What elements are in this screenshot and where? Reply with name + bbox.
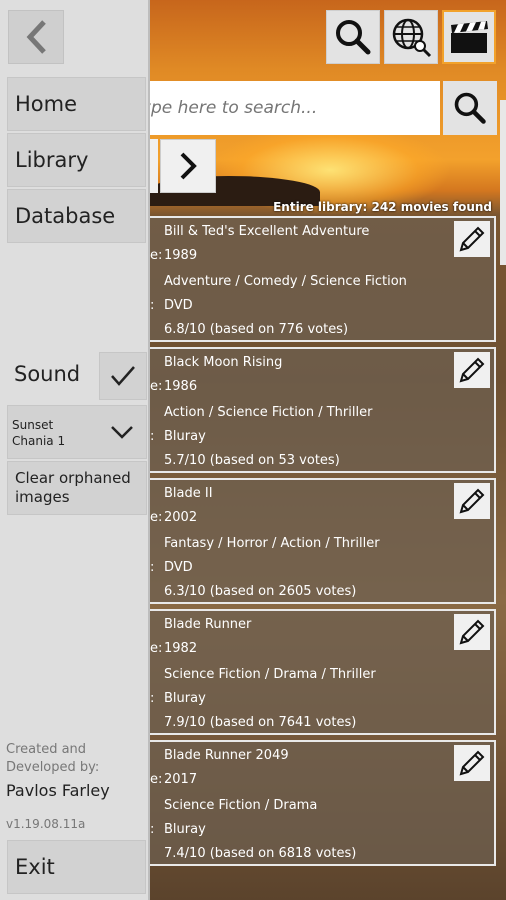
globe-icon (392, 18, 432, 58)
scrollbar[interactable] (500, 100, 506, 265)
online-search-button[interactable] (384, 10, 438, 64)
media-label-fragment: : (150, 429, 155, 444)
back-button[interactable] (8, 10, 64, 64)
edit-movie-button[interactable] (454, 614, 490, 650)
search-field-container (150, 81, 440, 135)
movie-title: Blade II (164, 486, 213, 501)
sound-label: Sound (14, 362, 81, 386)
edit-movie-button[interactable] (454, 221, 490, 257)
movie-year: 2002 (164, 510, 198, 525)
edit-movie-button[interactable] (454, 745, 490, 781)
year-label-fragment: e: (150, 510, 163, 525)
pencil-icon (459, 357, 485, 383)
movie-genres: Fantasy / Horror / Action / Thriller (164, 536, 380, 551)
pencil-icon (459, 488, 485, 514)
media-label-fragment: : (150, 822, 155, 837)
movie-rating: 7.4/10 (based on 6818 votes) (164, 846, 357, 861)
search-submit-button[interactable] (443, 81, 497, 135)
movie-year: 1986 (164, 379, 198, 394)
app-version: v1.19.08.11a (6, 817, 86, 831)
menu-item-library[interactable]: Library (7, 133, 146, 187)
library-view-button[interactable] (442, 10, 496, 64)
chevron-down-icon (111, 426, 133, 439)
movie-year: 2017 (164, 772, 198, 787)
search-toggle-button[interactable] (326, 10, 380, 64)
sound-checkbox[interactable] (99, 352, 147, 400)
clapperboard-icon (451, 21, 488, 53)
movie-rating: 6.3/10 (based on 2605 votes) (164, 584, 357, 599)
theme-variant: Chania 1 (12, 434, 66, 448)
movie-genres: Science Fiction / Drama / Thriller (164, 667, 376, 682)
credits-text: Created and Developed by: (6, 741, 99, 777)
theme-name: Sunset (12, 418, 54, 432)
media-label-fragment: : (150, 298, 155, 313)
search-input[interactable] (150, 81, 440, 135)
movie-genres: Action / Science Fiction / Thriller (164, 405, 373, 420)
movie-media: DVD (164, 298, 193, 313)
movie-year: 1989 (164, 248, 198, 263)
checkmark-icon (111, 366, 135, 386)
movie-media: Bluray (164, 822, 206, 837)
exit-button[interactable]: Exit (7, 840, 146, 894)
movie-genres: Science Fiction / Drama (164, 798, 318, 813)
movie-title: Black Moon Rising (164, 355, 283, 370)
movie-card[interactable]: Blade II e: 2002 Fantasy / Horror / Acti… (150, 478, 496, 604)
chevron-right-icon (180, 152, 197, 180)
edit-movie-button[interactable] (454, 352, 490, 388)
clear-orphaned-images-button[interactable]: Clear orphaned images (7, 461, 147, 515)
pencil-icon (459, 750, 485, 776)
clear-label-line: Clear orphaned (15, 469, 131, 487)
next-page-button[interactable] (160, 139, 216, 193)
author-name: Pavlos Farley (6, 781, 110, 800)
movie-card[interactable]: Black Moon Rising e: 1986 Action / Scien… (150, 347, 496, 473)
movie-card[interactable]: Blade Runner 2049 e: 2017 Science Fictio… (150, 740, 496, 866)
chevron-left-icon (26, 20, 46, 54)
movie-media: Bluray (164, 691, 206, 706)
credits-line: Created and (6, 742, 87, 757)
pencil-icon (459, 226, 485, 252)
movie-title: Blade Runner 2049 (164, 748, 289, 763)
movie-rating: 7.9/10 (based on 7641 votes) (164, 715, 357, 730)
results-count: Entire library: 242 movies found (273, 200, 492, 214)
previous-page-button[interactable] (150, 139, 158, 193)
movie-rating: 6.8/10 (based on 776 votes) (164, 322, 349, 337)
media-label-fragment: : (150, 691, 155, 706)
movie-card[interactable]: Bill & Ted's Excellent Adventure e: 1989… (150, 216, 496, 342)
pencil-icon (459, 619, 485, 645)
media-label-fragment: : (150, 560, 155, 575)
edit-movie-button[interactable] (454, 483, 490, 519)
year-label-fragment: e: (150, 248, 163, 263)
movie-rating: 5.7/10 (based on 53 votes) (164, 453, 340, 468)
credits-line: Developed by: (6, 760, 100, 775)
movie-genres: Adventure / Comedy / Science Fiction (164, 274, 407, 289)
clear-label-line: images (15, 488, 70, 506)
search-icon (336, 20, 371, 55)
menu-item-database[interactable]: Database (7, 189, 146, 243)
search-icon (454, 92, 486, 124)
theme-select-value: Sunset Chania 1 (12, 417, 65, 449)
year-label-fragment: e: (150, 641, 163, 656)
movie-media: DVD (164, 560, 193, 575)
movie-card[interactable]: Blade Runner e: 1982 Science Fiction / D… (150, 609, 496, 735)
theme-select[interactable]: Sunset Chania 1 (7, 405, 147, 459)
menu-item-home[interactable]: Home (7, 77, 146, 131)
movie-media: Bluray (164, 429, 206, 444)
movie-title: Bill & Ted's Excellent Adventure (164, 224, 370, 239)
year-label-fragment: e: (150, 772, 163, 787)
movie-title: Blade Runner (164, 617, 252, 632)
navigation-drawer: Home Library Database Sound Sunset Chani… (0, 0, 150, 900)
year-label-fragment: e: (150, 379, 163, 394)
movie-year: 1982 (164, 641, 198, 656)
